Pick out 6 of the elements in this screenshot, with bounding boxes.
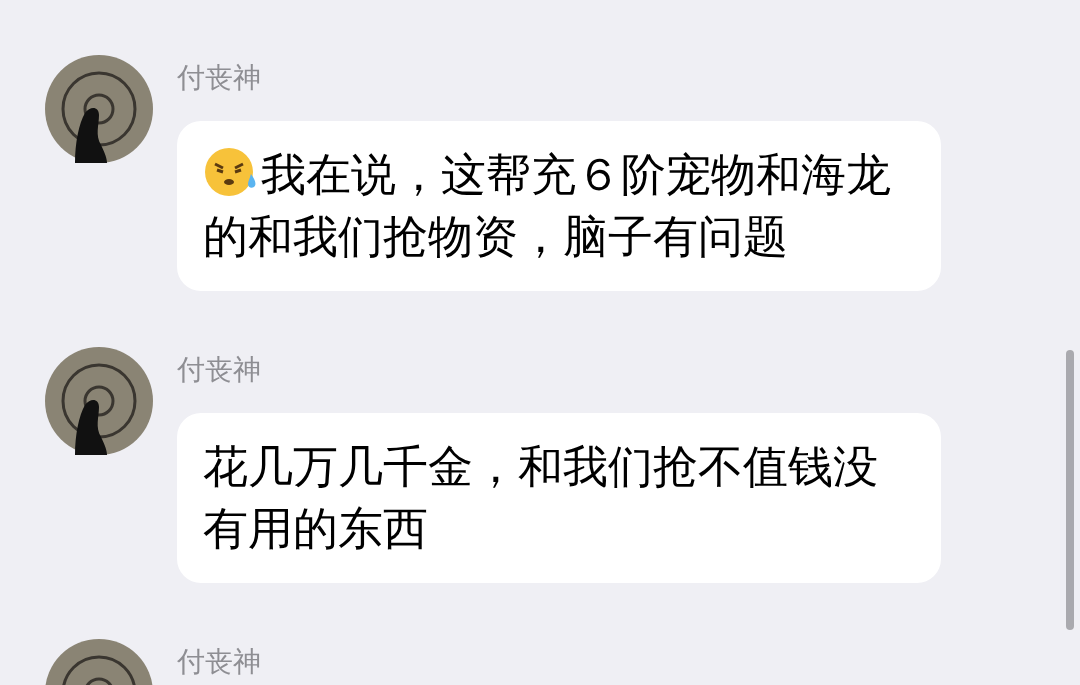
message-bubble: 我在说，这帮充６阶宠物和海龙的和我们抢物资，脑子有问题 xyxy=(177,121,941,291)
message-bubble: 花几万几千金，和我们抢不值钱没有用的东西 xyxy=(177,413,941,583)
sender-name: 付丧神 xyxy=(177,60,261,96)
sender-name: 付丧神 xyxy=(177,352,261,388)
scrollbar[interactable] xyxy=(1066,350,1074,630)
sender-name: 付丧神 xyxy=(177,644,261,680)
